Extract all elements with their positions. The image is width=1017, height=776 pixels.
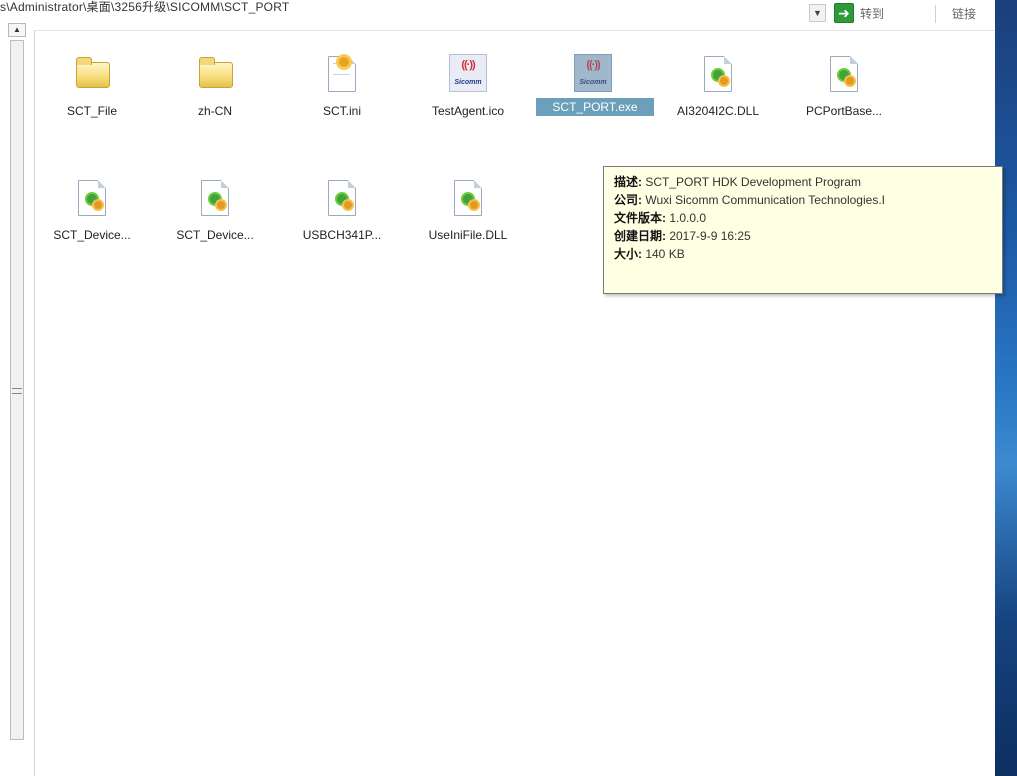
tooltip-company-key: 公司: <box>614 193 642 207</box>
file-name: SCT_PORT.exe <box>536 98 654 116</box>
address-path[interactable]: s\Administrator\桌面\3256升级\SICOMM\SCT_POR… <box>0 0 289 16</box>
file-info-tooltip: 描述: SCT_PORT HDK Development Program 公司:… <box>603 166 1003 294</box>
file-name: SCT_Device... <box>176 228 254 242</box>
tooltip-version-row: 文件版本: 1.0.0.0 <box>614 209 1002 227</box>
file-item-ai3204i2c-dll[interactable]: AI3204I2C.DLL <box>663 52 773 120</box>
file-item-zh-cn[interactable]: zh-CN <box>160 52 270 120</box>
file-item-sct-ini[interactable]: SCT.ini <box>287 52 397 120</box>
sicomm-icon: ((·)) Sicomm <box>446 52 490 96</box>
file-item-sct-port-exe[interactable]: ((·)) Sicomm SCT_PORT.exe <box>536 52 654 116</box>
file-name: zh-CN <box>197 104 232 118</box>
sicomm-waves: ((·)) <box>586 59 600 71</box>
file-name: SCT_Device... <box>53 228 131 242</box>
tooltip-created-key: 创建日期: <box>614 229 666 243</box>
file-name: SCT_File <box>66 104 117 118</box>
go-button-label[interactable]: 转到 <box>860 5 884 22</box>
sicomm-icon: ((·)) Sicomm <box>571 52 615 96</box>
address-bar: s\Administrator\桌面\3256升级\SICOMM\SCT_POR… <box>0 0 995 31</box>
tooltip-created-row: 创建日期: 2017-9-9 16:25 <box>614 227 1002 245</box>
file-name: UseIniFile.DLL <box>428 228 508 242</box>
tooltip-size-key: 大小: <box>614 247 642 261</box>
folder-icon <box>70 52 114 96</box>
tooltip-version-key: 文件版本: <box>614 211 666 225</box>
dll-file-icon <box>696 52 740 96</box>
dll-file-icon <box>193 176 237 220</box>
file-item-useinifile-dll[interactable]: UseIniFile.DLL <box>413 176 523 244</box>
file-item-usbch341p[interactable]: USBCH341P... <box>287 176 397 244</box>
file-item-sct-device-2[interactable]: SCT_Device... <box>160 176 270 244</box>
tooltip-description-value: SCT_PORT HDK Development Program <box>642 175 861 189</box>
file-name: SCT.ini <box>322 104 361 118</box>
tooltip-created-value: 2017-9-9 16:25 <box>666 229 751 243</box>
address-dropdown-button[interactable]: ▼ <box>809 4 826 22</box>
tooltip-size-value: 140 KB <box>642 247 685 261</box>
dll-file-icon <box>446 176 490 220</box>
sicomm-brand: Sicomm <box>579 79 607 86</box>
dll-file-icon <box>822 52 866 96</box>
dll-file-icon <box>320 176 364 220</box>
file-item-testagent-ico[interactable]: ((·)) Sicomm TestAgent.ico <box>413 52 523 120</box>
file-item-pcportbase[interactable]: PCPortBase... <box>789 52 899 120</box>
file-name: TestAgent.ico <box>431 104 505 118</box>
tooltip-description-row: 描述: SCT_PORT HDK Development Program <box>614 173 1002 191</box>
file-name: PCPortBase... <box>805 104 883 118</box>
folder-icon <box>193 52 237 96</box>
file-item-sct-file[interactable]: SCT_File <box>37 52 147 120</box>
sicomm-brand: Sicomm <box>454 79 482 86</box>
dll-file-icon <box>70 176 114 220</box>
file-name: AI3204I2C.DLL <box>676 104 760 118</box>
toolbar-separator <box>935 5 936 23</box>
tooltip-version-value: 1.0.0.0 <box>666 211 707 225</box>
desktop-background-edge <box>995 0 1017 776</box>
scroll-up-arrow-icon[interactable]: ▲ <box>8 23 26 37</box>
sicomm-waves: ((·)) <box>461 59 475 71</box>
file-item-sct-device-1[interactable]: SCT_Device... <box>37 176 147 244</box>
tooltip-company-value: Wuxi Sicomm Communication Technologies.I <box>642 193 885 207</box>
ini-file-icon <box>320 52 364 96</box>
tooltip-description-key: 描述: <box>614 175 642 189</box>
file-name: USBCH341P... <box>302 228 382 242</box>
tooltip-size-row: 大小: 140 KB <box>614 245 1002 263</box>
go-arrow-icon[interactable]: ➜ <box>834 3 854 23</box>
tooltip-company-row: 公司: Wuxi Sicomm Communication Technologi… <box>614 191 1002 209</box>
scrollbar-grip <box>12 388 22 394</box>
links-button[interactable]: 链接 <box>952 5 976 22</box>
